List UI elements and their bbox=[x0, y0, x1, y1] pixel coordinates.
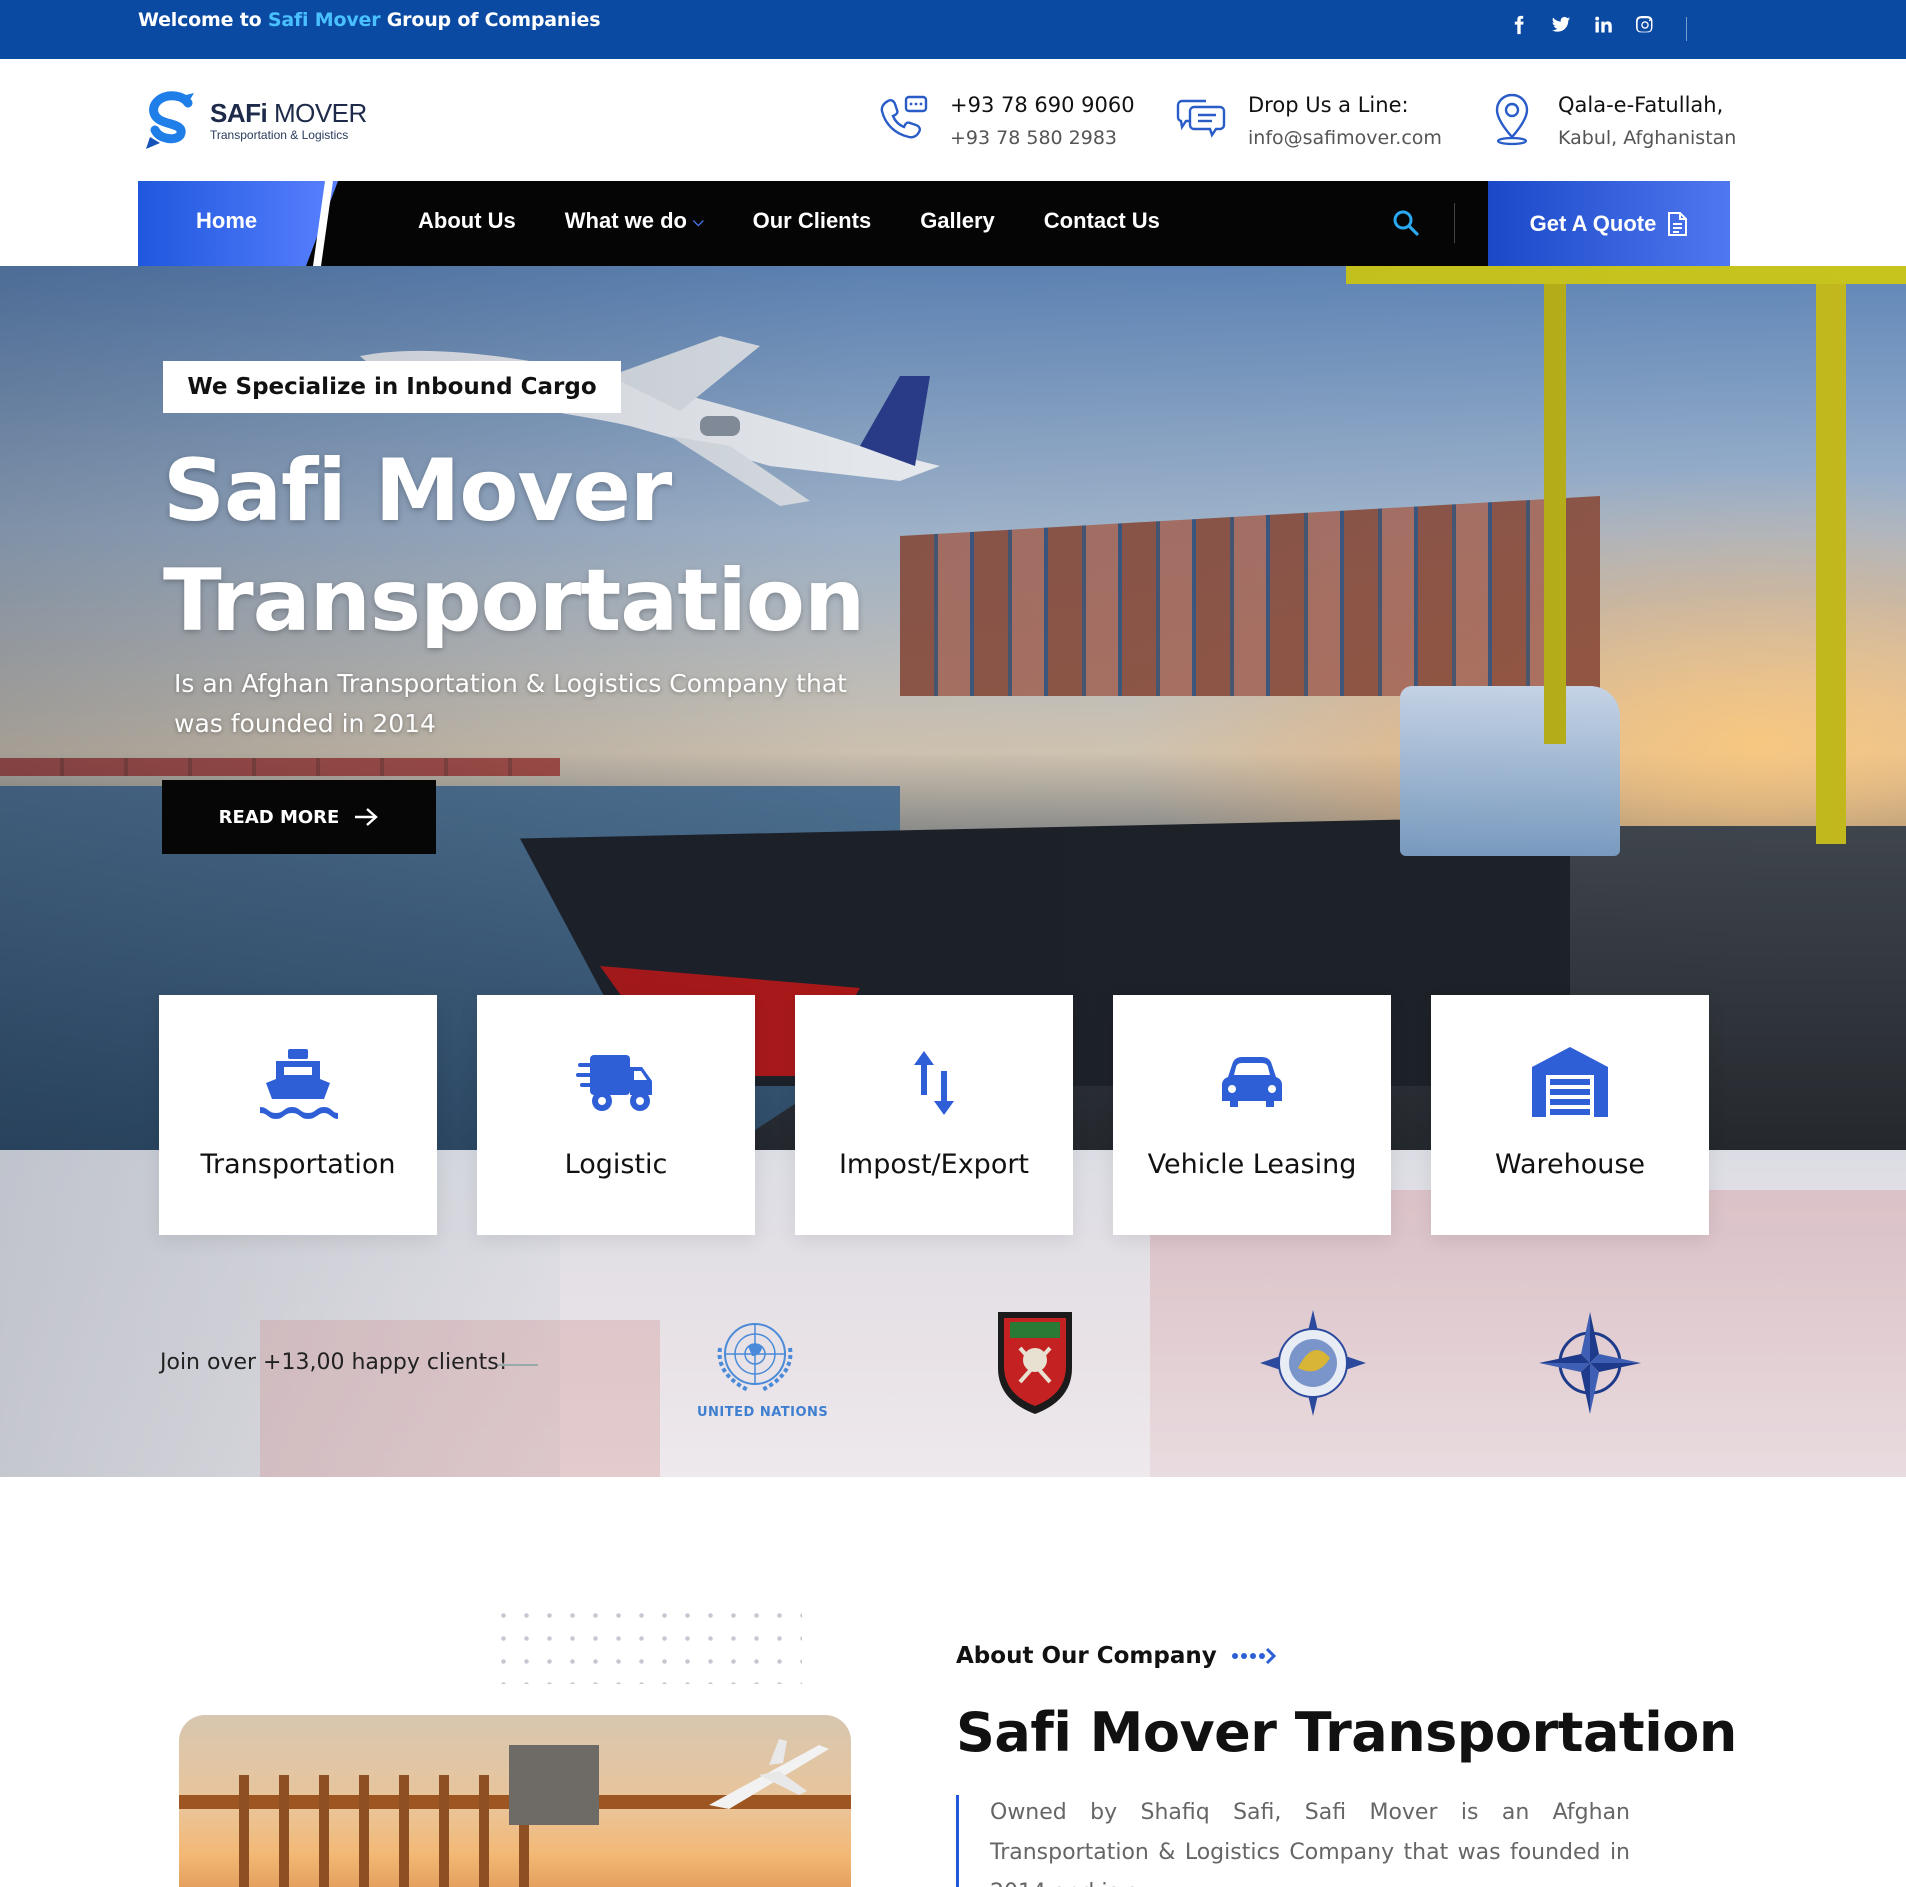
military-crest-logo[interactable] bbox=[980, 1308, 1090, 1418]
about-kicker-label: About Our Company bbox=[956, 1643, 1217, 1669]
hero-subtitle: Is an Afghan Transportation & Logistics … bbox=[174, 664, 874, 744]
about-image-airplane bbox=[709, 1739, 829, 1809]
read-more-label: READ MORE bbox=[218, 806, 340, 828]
linkedin-icon[interactable] bbox=[1592, 14, 1614, 36]
site-header: SAFi MOVER Transportation & Logistics +9… bbox=[0, 59, 1906, 181]
service-card-transportation[interactable]: Transportation bbox=[159, 995, 437, 1235]
united-nations-logo[interactable] bbox=[700, 1308, 810, 1418]
contact-address: Qala-e-Fatullah, Kabul, Afghanistan bbox=[1484, 91, 1736, 149]
service-label-transportation: Transportation bbox=[200, 1149, 396, 1180]
dots-arrow-icon bbox=[1231, 1647, 1276, 1665]
service-card-warehouse[interactable]: Warehouse bbox=[1431, 995, 1709, 1235]
arrow-right-icon bbox=[355, 808, 379, 826]
read-more-button[interactable]: READ MORE bbox=[162, 780, 436, 854]
hero-badge: We Specialize in Inbound Cargo bbox=[163, 361, 621, 413]
nav-gallery-label: Gallery bbox=[920, 208, 995, 233]
clients-tagline: Join over +13,00 happy clients! bbox=[160, 1350, 508, 1375]
chat-bubbles-icon bbox=[1176, 99, 1226, 138]
nav-home-label: Home bbox=[196, 208, 258, 233]
truck-icon bbox=[574, 1043, 658, 1123]
instagram-icon[interactable] bbox=[1634, 14, 1656, 36]
warehouse-icon bbox=[1528, 1043, 1612, 1123]
safi-s-logo-icon bbox=[146, 91, 194, 149]
service-card-vehicle-leasing[interactable]: Vehicle Leasing bbox=[1113, 995, 1391, 1235]
about-quote-bar bbox=[956, 1795, 959, 1887]
welcome-text: Welcome to Safi Mover Group of Companies bbox=[138, 9, 601, 31]
welcome-suffix: Group of Companies bbox=[380, 9, 601, 31]
about-title: Safi Mover Transportation bbox=[956, 1701, 1737, 1764]
about-image bbox=[179, 1715, 851, 1887]
document-icon bbox=[1668, 211, 1688, 236]
chevron-down-icon: ⌵ bbox=[692, 212, 704, 229]
about-section: Safi Mover Transportation Owned by Shafi… bbox=[0, 1477, 1906, 1887]
top-bar: Welcome to Safi Mover Group of Companies bbox=[0, 0, 1906, 59]
nav-gallery[interactable]: Gallery bbox=[920, 208, 995, 234]
hero-title: Safi Mover Transportation bbox=[163, 436, 865, 656]
logo-name-bold: SAFi bbox=[210, 98, 268, 128]
about-kicker: About Our Company bbox=[956, 1643, 1277, 1669]
up-down-arrows-icon bbox=[892, 1043, 976, 1123]
about-image-crane bbox=[239, 1775, 539, 1887]
nav-about-us[interactable]: About Us bbox=[418, 208, 516, 234]
phone-secondary[interactable]: +93 78 580 2983 bbox=[950, 127, 1135, 149]
service-label-vehicle-leasing: Vehicle Leasing bbox=[1147, 1149, 1357, 1180]
topbar-divider bbox=[1686, 17, 1687, 41]
contact-email: Drop Us a Line: info@safimover.com bbox=[1174, 91, 1442, 149]
nato-star-logo[interactable] bbox=[1535, 1308, 1645, 1418]
search-icon[interactable] bbox=[1392, 209, 1420, 237]
nav-our-clients-label: Our Clients bbox=[752, 208, 872, 233]
site-logo[interactable]: SAFi MOVER Transportation & Logistics bbox=[140, 89, 367, 153]
car-icon bbox=[1210, 1043, 1294, 1123]
hero-title-line-1: Safi Mover bbox=[163, 441, 672, 541]
address-line-1: Qala-e-Fatullah, bbox=[1558, 93, 1724, 117]
nav-links: About Us What we do ⌵ Our Clients Gallery… bbox=[418, 208, 1160, 234]
service-label-warehouse: Warehouse bbox=[1494, 1149, 1646, 1180]
facebook-icon[interactable] bbox=[1508, 14, 1530, 36]
service-card-impost-export[interactable]: Impost/Export bbox=[795, 995, 1073, 1235]
service-label-logistic: Logistic bbox=[564, 1149, 668, 1180]
hero-title-line-2: Transportation bbox=[163, 551, 865, 651]
clients-divider bbox=[498, 1364, 538, 1366]
logo-tagline: Transportation & Logistics bbox=[210, 128, 349, 142]
get-quote-button[interactable]: Get A Quote bbox=[1488, 181, 1730, 266]
about-body: Owned by Shafiq Safi, Safi Mover is an A… bbox=[990, 1800, 1630, 1887]
ship-icon bbox=[256, 1043, 340, 1123]
welcome-prefix: Welcome to bbox=[138, 9, 268, 31]
logo-name-rest: MOVER bbox=[267, 98, 367, 128]
about-image-cabin bbox=[509, 1745, 599, 1825]
nav-about-us-label: About Us bbox=[418, 208, 516, 233]
nav-contact-us-label: Contact Us bbox=[1043, 208, 1160, 233]
nav-home[interactable]: Home bbox=[138, 181, 338, 266]
logo-name: SAFi MOVER bbox=[210, 100, 367, 126]
hero-subtitle-line-1: Is an Afghan Transportation & Logistics … bbox=[174, 669, 847, 698]
band-background-forklift bbox=[260, 1320, 660, 1477]
transportation-command-seal[interactable] bbox=[1258, 1308, 1368, 1418]
hero-subtitle-line-2: was founded in 2014 bbox=[174, 709, 436, 738]
email-address[interactable]: info@safimover.com bbox=[1248, 127, 1442, 149]
service-card-logistic[interactable]: Logistic bbox=[477, 995, 755, 1235]
location-pin-icon bbox=[1495, 93, 1529, 146]
contact-phone: +93 78 690 9060 +93 78 580 2983 bbox=[876, 91, 1135, 149]
address-line-2: Kabul, Afghanistan bbox=[1558, 127, 1737, 149]
nav-divider bbox=[1454, 203, 1455, 243]
nav-what-we-do[interactable]: What we do ⌵ bbox=[565, 208, 704, 234]
decorative-dot-grid bbox=[492, 1604, 802, 1684]
service-label-impost-export: Impost/Export bbox=[838, 1149, 1030, 1180]
get-quote-label: Get A Quote bbox=[1529, 210, 1657, 236]
service-cards: Transportation Logistic Impost/Export Ve… bbox=[159, 995, 1709, 1235]
phone-chat-icon bbox=[880, 95, 928, 139]
social-links bbox=[1508, 14, 1656, 36]
twitter-icon[interactable] bbox=[1550, 14, 1572, 36]
main-navigation: Home About Us What we do ⌵ Our Clients Ga… bbox=[138, 181, 1730, 266]
nav-contact-us[interactable]: Contact Us bbox=[1044, 208, 1160, 234]
nav-what-we-do-label: What we do bbox=[564, 208, 687, 233]
nav-our-clients[interactable]: Our Clients bbox=[753, 208, 872, 234]
welcome-brand: Safi Mover bbox=[267, 9, 381, 31]
phone-primary[interactable]: +93 78 690 9060 bbox=[950, 93, 1135, 117]
united-nations-label: UNITED NATIONS bbox=[697, 1405, 829, 1420]
email-title: Drop Us a Line: bbox=[1248, 93, 1409, 117]
